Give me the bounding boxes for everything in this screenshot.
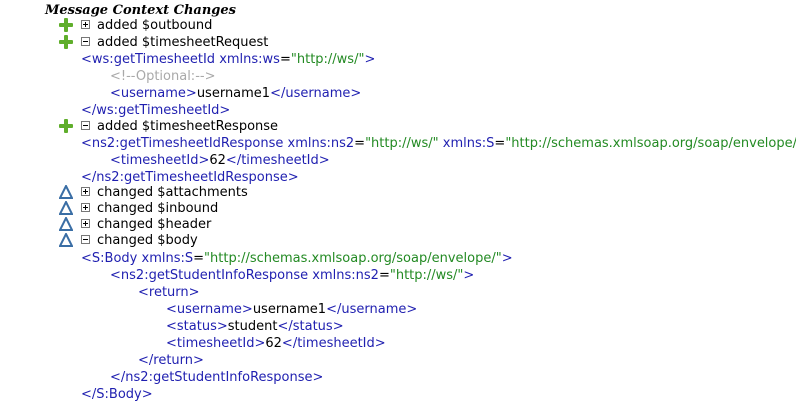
change-row-body: changed $body xyxy=(0,232,796,249)
xml-line: <username>username1</username> xyxy=(166,302,418,317)
xml-tag: S:Body xyxy=(96,387,142,402)
xml-comment: <!--Optional:--> xyxy=(110,69,216,84)
xml-tag: status xyxy=(176,319,217,334)
change-row-outbound: added $outbound xyxy=(0,17,796,34)
xml-line: <status>student</status> xyxy=(166,319,344,334)
xml-line: <timesheetId>62</timesheetId> xyxy=(166,336,386,351)
xml-tag: timesheetId xyxy=(241,153,319,168)
xml-line: </ns2:getStudentInfoResponse> xyxy=(110,370,324,385)
xml-line: <return> xyxy=(138,285,200,300)
xml-attr-value: "http://schemas.xmlsoap.org/soap/envelop… xyxy=(204,251,502,266)
xml-line: <timesheetId>62</timesheetId> xyxy=(110,153,330,168)
xml-tag: timesheetId xyxy=(176,336,255,351)
expand-toggle[interactable] xyxy=(81,219,90,228)
xml-text: 62 xyxy=(209,153,226,168)
xml-tag: S:Body xyxy=(91,251,138,266)
plus-icon xyxy=(59,119,73,133)
xml-tag: username xyxy=(341,302,407,317)
change-row-timesheet-response: added $timesheetResponse xyxy=(0,118,796,135)
xml-tag: username xyxy=(120,86,186,101)
xml-attr: xmlns:S xyxy=(141,251,194,266)
xml-tag: timesheetId xyxy=(297,336,375,351)
delta-icon xyxy=(59,185,73,199)
xml-text: username1 xyxy=(196,86,271,101)
xml-attr-value: "http://schemas.xmlsoap.org/soap/envelop… xyxy=(505,136,796,151)
delta-icon xyxy=(59,217,73,231)
change-row-timesheet-request: added $timesheetRequest xyxy=(0,34,796,51)
change-label: changed $attachments xyxy=(97,185,248,200)
change-row-header: changed $header xyxy=(0,216,796,233)
change-row-inbound: changed $inbound xyxy=(0,200,796,217)
xml-line: </return> xyxy=(138,353,204,368)
xml-tag: ws:getTimesheetId xyxy=(96,103,220,118)
xml-line: <ns2:getStudentInfoResponse xmlns:ns2="h… xyxy=(110,268,475,283)
change-label: added $timesheetRequest xyxy=(97,35,269,50)
xml-tag: ns2:getStudentInfoResponse xyxy=(120,268,309,283)
xml-text: student xyxy=(227,319,278,334)
xml-attr-value: "http://ws/" xyxy=(389,268,464,283)
expand-toggle[interactable] xyxy=(81,187,90,196)
xml-attr: xmlns:ws xyxy=(219,52,280,67)
expand-toggle[interactable] xyxy=(81,20,90,29)
xml-tag: return xyxy=(153,353,194,368)
change-label: changed $body xyxy=(97,233,198,248)
expand-toggle[interactable] xyxy=(81,203,90,212)
xml-line: </S:Body> xyxy=(81,387,153,402)
xml-line: <ns2:getTimesheetIdResponse xmlns:ns2="h… xyxy=(81,135,796,152)
xml-tag: username xyxy=(176,302,242,317)
xml-tag: ws:getTimesheetId xyxy=(91,52,216,67)
collapse-toggle[interactable] xyxy=(81,235,90,244)
delta-icon xyxy=(59,201,73,215)
xml-tag: username xyxy=(285,86,351,101)
xml-tag: timesheetId xyxy=(120,153,199,168)
plus-icon xyxy=(59,18,73,32)
change-label: changed $inbound xyxy=(97,201,219,216)
change-label: added $outbound xyxy=(97,18,213,33)
xml-line: <S:Body xmlns:S="http://schemas.xmlsoap.… xyxy=(81,251,513,266)
xml-text: 62 xyxy=(265,336,282,351)
xml-line: <ws:getTimesheetId xmlns:ws="http://ws/"… xyxy=(81,52,376,67)
change-row-attachments: changed $attachments xyxy=(0,184,796,201)
change-label: added $timesheetResponse xyxy=(97,119,279,134)
xml-line: </ws:getTimesheetId> xyxy=(81,103,231,118)
xml-tag: ns2:getTimesheetIdResponse xyxy=(91,136,284,151)
plus-icon xyxy=(59,35,73,49)
change-label: changed $header xyxy=(97,217,212,232)
xml-attr-value: "http://ws/" xyxy=(290,52,365,67)
xml-tag: ns2:getTimesheetIdResponse xyxy=(96,170,288,185)
xml-attr: xmlns:ns2 xyxy=(312,268,379,283)
xml-tag: return xyxy=(148,285,189,300)
collapse-toggle[interactable] xyxy=(81,37,90,46)
xml-line: <username>username1</username> xyxy=(110,86,362,101)
xml-tag: ns2:getStudentInfoResponse xyxy=(125,370,313,385)
xml-tag: status xyxy=(292,319,333,334)
collapse-toggle[interactable] xyxy=(81,121,90,130)
xml-attr: xmlns:S xyxy=(442,136,495,151)
delta-icon xyxy=(59,233,73,247)
xml-text: username1 xyxy=(252,302,327,317)
xml-attr-value: "http://ws/" xyxy=(365,136,439,151)
xml-attr: xmlns:ns2 xyxy=(287,136,355,151)
xml-comment-line: <!--Optional:--> xyxy=(110,68,215,85)
